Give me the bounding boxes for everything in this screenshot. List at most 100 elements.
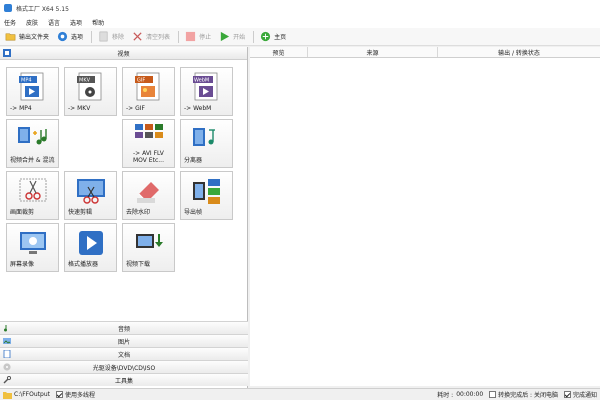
video-section-header[interactable]: 视频 — [0, 47, 247, 60]
tile-mkv[interactable]: MKV -> MKV — [64, 67, 117, 116]
column-source[interactable]: 来源 — [308, 47, 438, 57]
multithread-toggle[interactable]: 使用多线程 — [55, 390, 95, 399]
clear-list-label: 清空列表 — [146, 34, 171, 41]
notify-label: 完成通知 — [572, 392, 597, 399]
audio-icon — [4, 325, 7, 332]
multithread-label: 使用多线程 — [64, 392, 95, 399]
group-document-label: 文档 — [117, 351, 130, 359]
tile-crop-label: 画面裁剪 — [10, 209, 35, 216]
tile-gif[interactable]: GIF -> GIF — [122, 67, 175, 116]
app-logo-icon — [4, 4, 12, 12]
group-toolset-label: 工具集 — [114, 377, 133, 385]
group-image[interactable]: 图片 — [0, 334, 248, 347]
tile-format-player[interactable]: 格式播放器 — [64, 223, 117, 272]
tile-export-frames[interactable]: 导出帧 — [180, 171, 233, 220]
window-title: 格式工厂 X64 5.15 — [16, 5, 69, 13]
gif-file-icon: GIF — [135, 72, 160, 101]
tile-webm[interactable]: WebM -> WebM — [180, 67, 233, 116]
menu-task[interactable]: 任务 — [4, 18, 16, 27]
toolbar: 输出文件夹 选项 移除 清空列表 停止 开始 主页 — [0, 28, 600, 46]
tile-remove-watermark-label: 去除水印 — [126, 209, 151, 216]
remove-icon — [99, 31, 108, 42]
toolbar-separator — [178, 30, 180, 43]
column-output-status[interactable]: 输出 / 转换状态 — [438, 47, 600, 57]
column-preview[interactable]: 预览 — [250, 47, 308, 57]
document-icon — [3, 350, 11, 358]
group-image-label: 图片 — [117, 338, 130, 346]
output-path[interactable]: C:\FFOutput — [14, 391, 50, 398]
eraser-icon — [137, 182, 159, 203]
task-list-header: 预览 来源 输出 / 转换状态 — [250, 47, 600, 58]
elapsed-label: 耗时 : — [437, 392, 454, 399]
folder-icon — [3, 391, 12, 399]
video-category-icon — [3, 49, 11, 57]
home-icon — [261, 31, 271, 42]
menu-skin[interactable]: 皮肤 — [26, 18, 38, 27]
home-button[interactable]: 主页 — [257, 29, 289, 45]
mp4-file-icon: MP4 — [19, 72, 44, 101]
tile-crop[interactable]: 画面裁剪 — [6, 171, 59, 220]
title-bar: 格式工厂 X64 5.15 — [0, 0, 600, 16]
tile-splitter-label: 分离器 — [184, 157, 203, 164]
menu-language[interactable]: 语言 — [48, 18, 60, 27]
elapsed-value: 00:00:00 — [456, 391, 484, 398]
tile-export-frames-label: 导出帧 — [184, 209, 203, 216]
tile-quick-clip-label: 快速剪辑 — [68, 209, 93, 216]
tile-mp4[interactable]: MP4 -> MP4 — [6, 67, 59, 116]
gif-badge-text: GIF — [137, 78, 145, 84]
group-audio-label: 音频 — [117, 325, 130, 333]
options-button[interactable]: 选项 — [54, 29, 86, 45]
remove-button[interactable]: 移除 — [95, 29, 127, 45]
after-convert-checkbox[interactable] — [489, 391, 497, 398]
screen-record-icon — [20, 232, 46, 254]
clear-list-button[interactable]: 清空列表 — [129, 29, 173, 45]
tile-avi-flv-mov[interactable]: -> AVI FLV MOV Etc... — [122, 119, 175, 168]
webm-file-icon: WebM — [193, 72, 218, 101]
video-download-icon — [136, 234, 163, 248]
notify-toggle[interactable]: 完成通知 — [563, 390, 597, 399]
after-convert-toggle[interactable]: 转换完成后 : 关闭电脑 — [489, 390, 558, 399]
group-disc-device[interactable]: 光驱设备\DVD\CD\ISO — [0, 360, 248, 373]
play-icon — [220, 31, 230, 42]
category-panel: 视频 MP4 -> MP4 MKV -> MKV GIF -> GIF WebM… — [0, 47, 248, 391]
menu-options[interactable]: 选项 — [70, 18, 82, 27]
stop-label: 停止 — [199, 34, 212, 41]
tile-webm-label: -> WebM — [184, 105, 212, 112]
multithread-checkbox[interactable] — [55, 391, 63, 398]
tile-splitter[interactable]: 分离器 — [180, 119, 233, 168]
tile-format-player-label: 格式播放器 — [68, 261, 99, 268]
start-label: 开始 — [233, 34, 246, 41]
output-folder-button[interactable]: 输出文件夹 — [2, 29, 52, 45]
task-list[interactable]: 预览 来源 输出 / 转换状态 — [250, 47, 600, 386]
toolbar-separator — [91, 30, 93, 43]
toolbar-separator — [253, 30, 255, 43]
status-bar: C:\FFOutput 使用多线程 耗时 : 00:00:00 转换完成后 : … — [0, 388, 600, 400]
start-button[interactable]: 开始 — [216, 29, 248, 45]
tile-remove-watermark[interactable]: 去除水印 — [122, 171, 175, 220]
stop-button[interactable]: 停止 — [182, 29, 214, 45]
group-document[interactable]: 文档 — [0, 347, 248, 360]
after-convert-label: 转换完成后 : 关闭电脑 — [498, 392, 558, 399]
home-label: 主页 — [274, 34, 287, 41]
tile-screen-record[interactable]: 屏幕录像 — [6, 223, 59, 272]
tile-avi-flv-mov-label: -> AVI FLV MOV Etc... — [133, 150, 164, 164]
tile-video-download-label: 视频下载 — [126, 261, 151, 268]
remove-label: 移除 — [112, 34, 125, 41]
folder-icon — [5, 33, 16, 41]
tile-video-download[interactable]: 视频下载 — [122, 223, 175, 272]
tile-mp4-label: -> MP4 — [10, 105, 32, 112]
tile-video-merge[interactable]: 视频合并 & 混流 — [6, 119, 59, 168]
menu-help[interactable]: 帮助 — [92, 18, 104, 27]
tile-video-merge-label: 视频合并 & 混流 — [10, 157, 55, 164]
group-toolset[interactable]: 工具集 — [0, 373, 248, 386]
options-icon — [57, 31, 68, 42]
tile-quick-clip[interactable]: 快速剪辑 — [64, 171, 117, 220]
group-audio[interactable]: 音频 — [0, 321, 248, 334]
video-section-title: 视频 — [117, 50, 130, 58]
group-disc-device-label: 光驱设备\DVD\CD\ISO — [92, 364, 156, 372]
quick-clip-icon — [77, 179, 105, 204]
webm-badge-text: WebM — [194, 78, 209, 84]
image-icon — [3, 338, 11, 344]
notify-checkbox[interactable] — [563, 391, 571, 398]
splitter-icon — [193, 128, 215, 146]
